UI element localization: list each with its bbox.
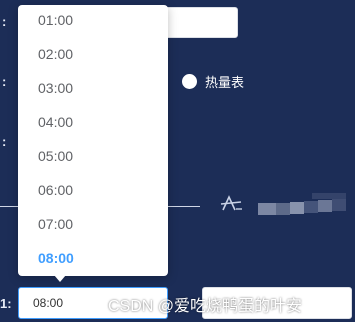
- time-option[interactable]: 03:00: [38, 73, 158, 103]
- pixelated-mosaic: [250, 193, 350, 221]
- time-dropdown-panel: 01:00 02:00 03:00 04:00 05:00 06:00 07:0…: [18, 5, 168, 276]
- time-option[interactable]: 05:00: [38, 141, 158, 171]
- font-size-icon: [220, 194, 244, 214]
- form-label-colon-1: :: [2, 14, 7, 29]
- time-option-selected[interactable]: 08:00: [38, 243, 158, 273]
- time-option[interactable]: 06:00: [38, 175, 158, 205]
- time-option[interactable]: 04:00: [38, 107, 158, 137]
- time-option[interactable]: 07:00: [38, 209, 158, 239]
- time-option[interactable]: 01:00: [38, 5, 158, 35]
- heat-meter-radio[interactable]: [182, 74, 197, 89]
- dropdown-arrow: [54, 275, 66, 282]
- csdn-watermark: CSDN @爱吃烧鸭蛋的叶安: [108, 298, 303, 315]
- time-option[interactable]: 02:00: [38, 39, 158, 69]
- form-label-colon-4: 1:: [0, 296, 12, 311]
- form-label-colon-2: :: [2, 74, 7, 89]
- form-label-colon-3: :: [2, 134, 7, 149]
- heat-meter-radio-label: 热量表: [205, 75, 245, 90]
